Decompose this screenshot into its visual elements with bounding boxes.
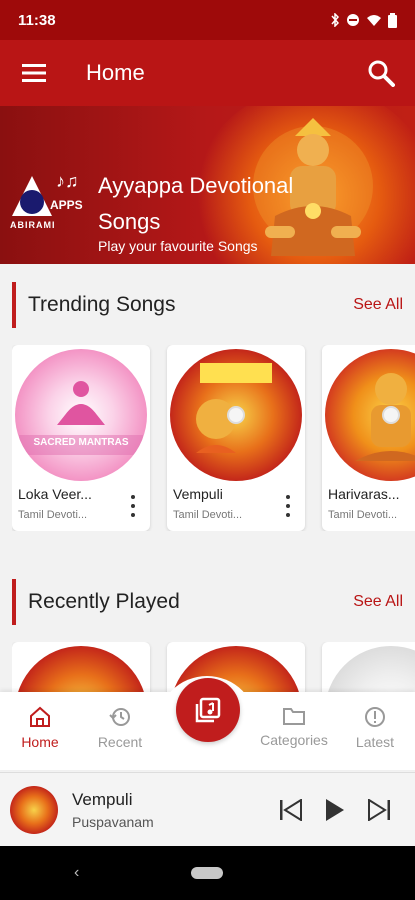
play-button[interactable] <box>325 798 345 822</box>
song-title: Vempuli <box>173 486 223 502</box>
battery-icon <box>388 12 397 28</box>
app-bar: Home <box>0 40 415 106</box>
skip-previous-icon <box>280 798 302 821</box>
nav-item-recent[interactable]: Recent <box>80 706 160 750</box>
status-time: 11:38 <box>18 11 56 29</box>
hero-banner[interactable]: ♪♫ APPS ABIRAMI Ayyappa Devotional Songs… <box>0 106 415 264</box>
mini-player[interactable]: Vempuli Puspavanam <box>0 772 415 846</box>
previous-button[interactable] <box>279 798 303 821</box>
page-title: Home <box>86 60 145 85</box>
logo-circle <box>20 190 44 214</box>
nav-item-home[interactable]: Home <box>0 706 80 750</box>
more-options-icon[interactable] <box>281 495 295 517</box>
banner-title-line1: Ayyappa Devotional <box>98 173 294 198</box>
now-playing-info: Vempuli Puspavanam <box>72 790 154 830</box>
logo-apps-text: APPS <box>50 198 83 212</box>
song-art <box>170 349 302 481</box>
logo-name-text: ABIRAMI <box>10 220 56 230</box>
nav-label: Categories <box>260 732 328 748</box>
disc-hole <box>227 406 245 424</box>
song-card[interactable]: Vempuli Tamil Devoti... <box>167 345 305 531</box>
system-navigation-bar: ‹ <box>0 846 415 900</box>
song-art <box>325 349 415 481</box>
see-all-recent-link[interactable]: See All <box>353 593 403 611</box>
abirami-apps-logo: ♪♫ APPS ABIRAMI <box>10 172 90 246</box>
nav-item-latest[interactable]: Latest <box>335 706 415 750</box>
meditation-figure-icon <box>19 381 143 455</box>
deity-art-icon <box>355 373 415 461</box>
search-icon[interactable] <box>367 59 395 87</box>
banner-title: Ayyappa Devotional Songs <box>98 168 338 240</box>
trending-header: Trending Songs See All <box>12 282 403 328</box>
song-title: Loka Veer... <box>18 486 92 502</box>
recent-header: Recently Played See All <box>12 579 403 625</box>
bluetooth-icon <box>331 13 340 27</box>
section-title-trending: Trending Songs <box>28 293 176 316</box>
status-bar: 11:38 <box>0 0 415 40</box>
music-library-icon <box>195 697 221 723</box>
song-card[interactable] <box>322 642 415 692</box>
alert-icon <box>365 707 385 727</box>
folder-icon <box>283 708 305 725</box>
song-art <box>325 646 415 692</box>
status-icons <box>330 12 397 28</box>
song-category: Tamil Devoti... <box>18 509 88 521</box>
disc-hole <box>382 406 400 424</box>
nav-label: Home <box>21 734 59 750</box>
next-button[interactable] <box>367 798 391 821</box>
player-controls <box>279 798 391 822</box>
section-accent-bar <box>12 282 16 328</box>
song-card[interactable]: SACRED MANTRAS Loka Veer... Tamil Devoti… <box>12 345 150 531</box>
history-icon <box>109 708 130 726</box>
song-title: Harivaras... <box>328 486 400 502</box>
nav-item-categories[interactable]: Categories <box>254 706 334 748</box>
home-icon <box>30 706 50 727</box>
music-notes-icon: ♪♫ <box>56 171 79 191</box>
menu-icon[interactable] <box>20 59 48 87</box>
song-art <box>15 646 147 692</box>
art-label: SACRED MANTRAS <box>33 437 129 448</box>
dnd-icon <box>347 14 359 26</box>
more-options-icon[interactable] <box>126 495 140 517</box>
now-playing-artist: Puspavanam <box>72 813 154 830</box>
banner-subtitle: Play your favourite Songs <box>98 238 258 254</box>
song-card[interactable]: Harivaras... Tamil Devoti... <box>322 345 415 531</box>
home-pill[interactable] <box>191 867 223 879</box>
song-category: Tamil Devoti... <box>328 509 398 521</box>
now-playing-art <box>10 785 58 834</box>
wifi-icon <box>367 15 381 26</box>
see-all-trending-link[interactable]: See All <box>353 296 403 314</box>
section-accent-bar <box>12 579 16 625</box>
nav-label: Recent <box>97 734 143 750</box>
play-icon <box>326 798 344 821</box>
skip-next-icon <box>368 798 390 821</box>
song-category: Tamil Devoti... <box>173 509 243 521</box>
trending-list: SACRED MANTRAS Loka Veer... Tamil Devoti… <box>12 345 415 531</box>
nav-label: Latest <box>355 734 395 750</box>
back-icon[interactable]: ‹ <box>74 864 79 882</box>
song-art: SACRED MANTRAS <box>15 349 147 481</box>
library-button[interactable] <box>176 678 240 742</box>
bottom-navigation: Home Recent Categories Latest <box>0 676 415 770</box>
song-card[interactable] <box>12 642 150 692</box>
banner-title-line2: Songs <box>98 209 161 234</box>
section-title-recent: Recently Played <box>28 590 180 613</box>
now-playing-title: Vempuli <box>72 789 133 809</box>
